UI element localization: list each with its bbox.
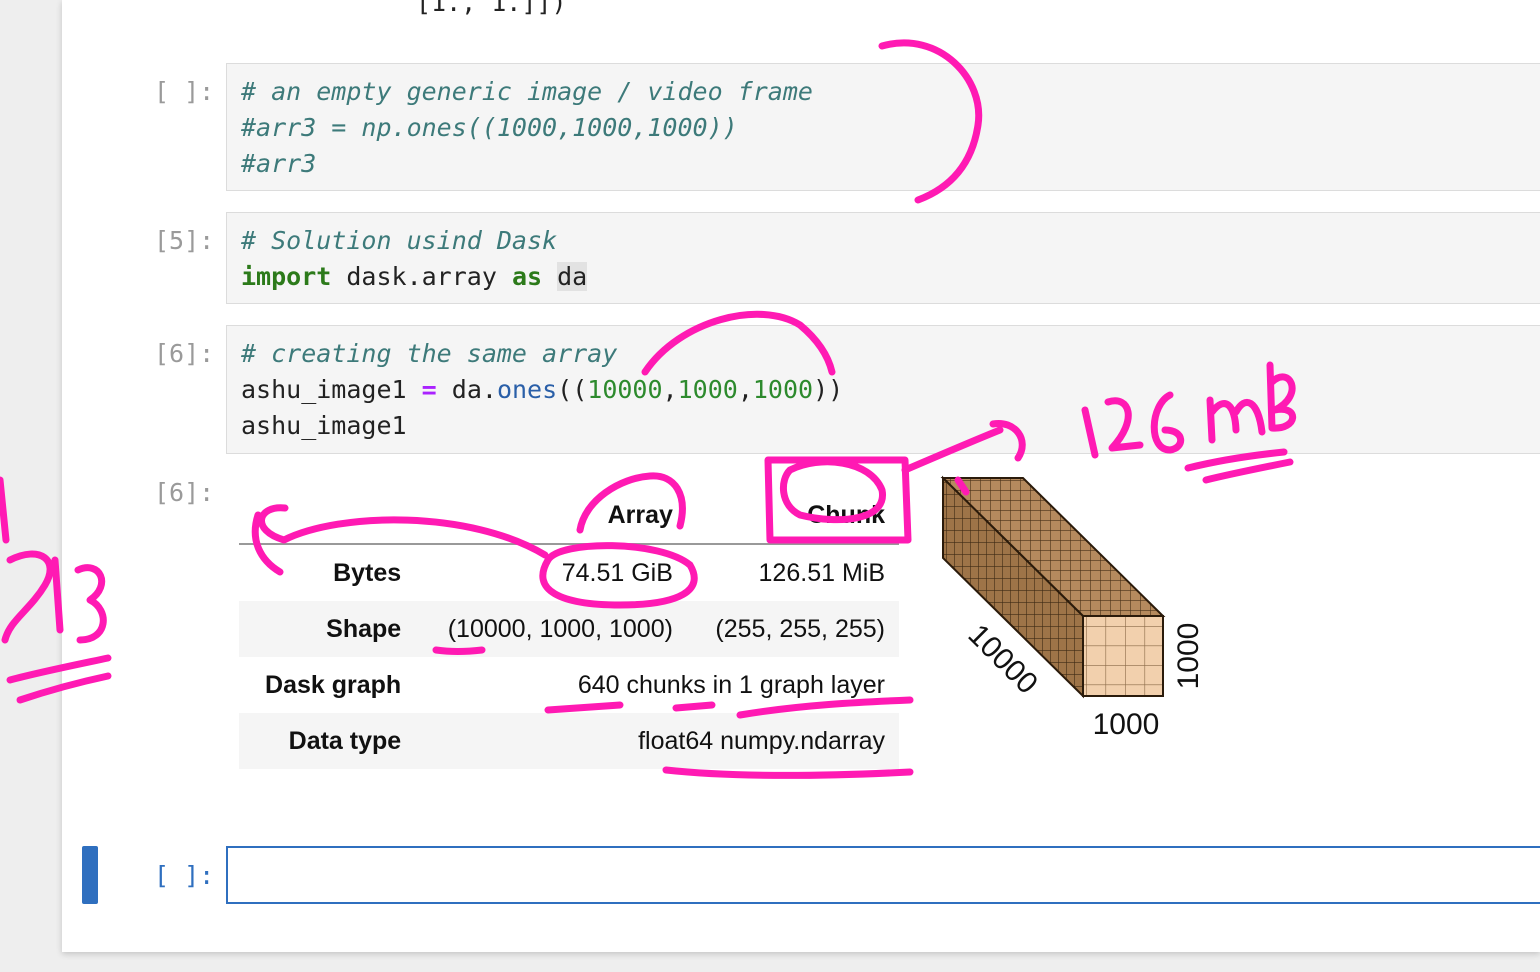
active-cell-indicator — [82, 846, 98, 904]
cell-prompt: [ ]: — [154, 861, 215, 890]
code-cell-import-dask[interactable]: # Solution usind Dask import dask.array … — [226, 212, 1540, 304]
output-prompt: [6]: — [154, 478, 215, 507]
cube-height-label: 1000 — [1172, 623, 1205, 690]
code-line: import dask.array as da — [241, 259, 588, 295]
code-line: # creating the same array — [241, 339, 618, 368]
table-row-data-type: Data type float64 numpy.ndarray — [239, 713, 899, 769]
module-name: dask.array — [346, 262, 497, 291]
keyword-as: as — [511, 262, 543, 291]
code-cell-dask-ones[interactable]: # creating the same array ashu_image1 = … — [226, 325, 1540, 454]
object-name: da — [451, 375, 482, 404]
cell-prompt: [ ]: — [154, 77, 215, 106]
code-cell-arr3[interactable]: # an empty generic image / video frame #… — [226, 63, 1540, 191]
row-label: Data type — [288, 726, 402, 755]
number-literal: 1000 — [752, 375, 814, 404]
table-row-shape: Shape (10000, 1000, 1000) (255, 255, 255… — [239, 601, 899, 657]
header-array: Array — [415, 487, 687, 545]
keyword-import: import — [241, 262, 332, 291]
cell-dask-graph: 640 chunks in 1 graph layer — [577, 670, 885, 699]
variable-name: ashu_image1 — [241, 375, 407, 404]
dot-operator: . — [481, 375, 497, 404]
table-row-dask-graph: Dask graph 640 chunks in 1 graph layer — [239, 657, 899, 713]
header-chunk: Chunk — [686, 487, 899, 545]
code-line: #arr3 = np.ones((1000,1000,1000)) — [241, 113, 738, 142]
row-label: Shape — [326, 614, 402, 643]
number-literal: 1000 — [677, 375, 738, 404]
table-header-empty — [239, 487, 416, 545]
cell-chunk-bytes: 126.51 MiB — [758, 558, 885, 587]
table-row-bytes: Bytes 74.51 GiB 126.51 MiB — [239, 544, 899, 601]
code-line: #arr3 — [241, 149, 317, 178]
row-label: Dask graph — [265, 670, 402, 699]
code-line: ashu_image1 — [241, 411, 407, 440]
previous-output-line: [1., 1.]]) — [416, 0, 567, 17]
cell-array-shape: (10000, 1000, 1000) — [447, 614, 673, 643]
cell-prompt: [5]: — [154, 226, 215, 255]
cell-data-type: float64 numpy.ndarray — [638, 726, 885, 755]
table-header-row: Array Chunk — [239, 487, 899, 545]
comma: , — [662, 375, 678, 404]
dask-array-summary-table: Array Chunk Bytes 74.51 GiB 126.51 MiB S… — [239, 487, 899, 769]
paren-close: )) — [813, 375, 844, 404]
assign-operator: = — [421, 375, 437, 404]
cube-width-label: 1000 — [1093, 708, 1160, 741]
active-code-cell-input[interactable] — [226, 846, 1540, 904]
code-line: # Solution usind Dask — [241, 226, 558, 255]
cube-front-face — [1082, 615, 1164, 697]
code-line: # an empty generic image / video frame — [241, 77, 813, 106]
module-alias: da — [557, 262, 588, 291]
code-line: ashu_image1 = da.ones((10000,1000,1000)) — [241, 372, 843, 408]
dask-array-cube-diagram: 1000 1000 10000 — [940, 475, 1205, 741]
previous-output: [1., 1.]]) — [416, 0, 567, 17]
cell-array-bytes: 74.51 GiB — [561, 558, 673, 587]
cell-chunk-shape: (255, 255, 255) — [715, 614, 885, 643]
comma: , — [737, 375, 753, 404]
row-label: Bytes — [333, 558, 402, 587]
number-literal: 10000 — [587, 375, 663, 404]
paren-open: (( — [557, 375, 588, 404]
cell-prompt: [6]: — [154, 339, 215, 368]
function-name: ones — [496, 375, 558, 404]
